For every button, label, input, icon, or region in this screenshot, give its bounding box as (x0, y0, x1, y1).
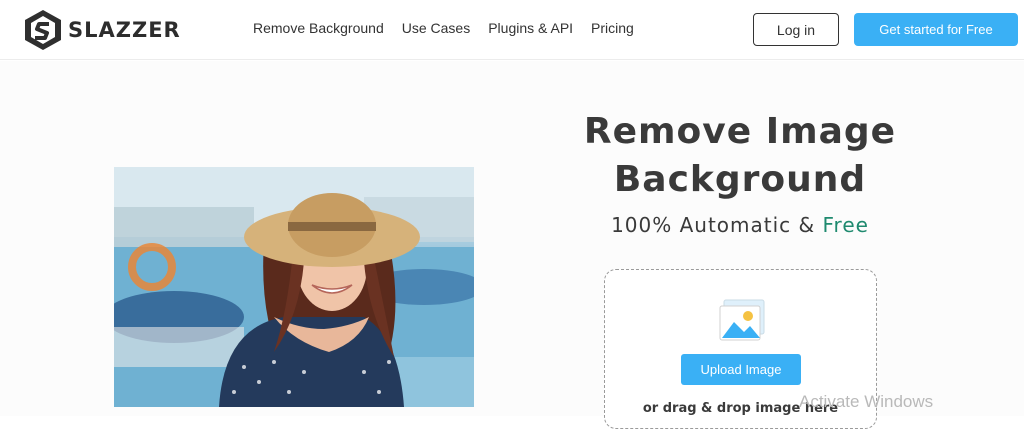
main-nav: Remove Background Use Cases Plugins & AP… (253, 20, 652, 36)
hero-subtitle: 100% Automatic & Free (560, 213, 920, 237)
page-title: Remove Image Background (560, 108, 920, 204)
title-line-1: Remove Image (583, 111, 897, 152)
upload-image-button[interactable]: Upload Image (681, 354, 801, 385)
nav-plugins-api[interactable]: Plugins & API (488, 20, 573, 36)
subtitle-main: 100% Automatic & (611, 213, 823, 237)
nav-remove-background[interactable]: Remove Background (253, 20, 384, 36)
slazzer-logo-icon (25, 10, 61, 50)
login-button[interactable]: Log in (753, 13, 839, 46)
image-icon (719, 299, 765, 341)
nav-pricing[interactable]: Pricing (591, 20, 634, 36)
get-started-button[interactable]: Get started for Free (854, 13, 1018, 46)
hero-section: Remove Image Background 100% Automatic &… (0, 61, 1024, 429)
title-line-2: Background (613, 159, 867, 200)
activate-windows-watermark: Activate Windows (799, 392, 934, 411)
logo-text: SLAZZER (68, 18, 181, 42)
nav-use-cases[interactable]: Use Cases (402, 20, 470, 36)
hero-photo (114, 167, 474, 407)
logo[interactable]: SLAZZER (20, 6, 190, 54)
subtitle-free: Free (822, 213, 869, 237)
top-header: SLAZZER Remove Background Use Cases Plug… (0, 0, 1024, 60)
